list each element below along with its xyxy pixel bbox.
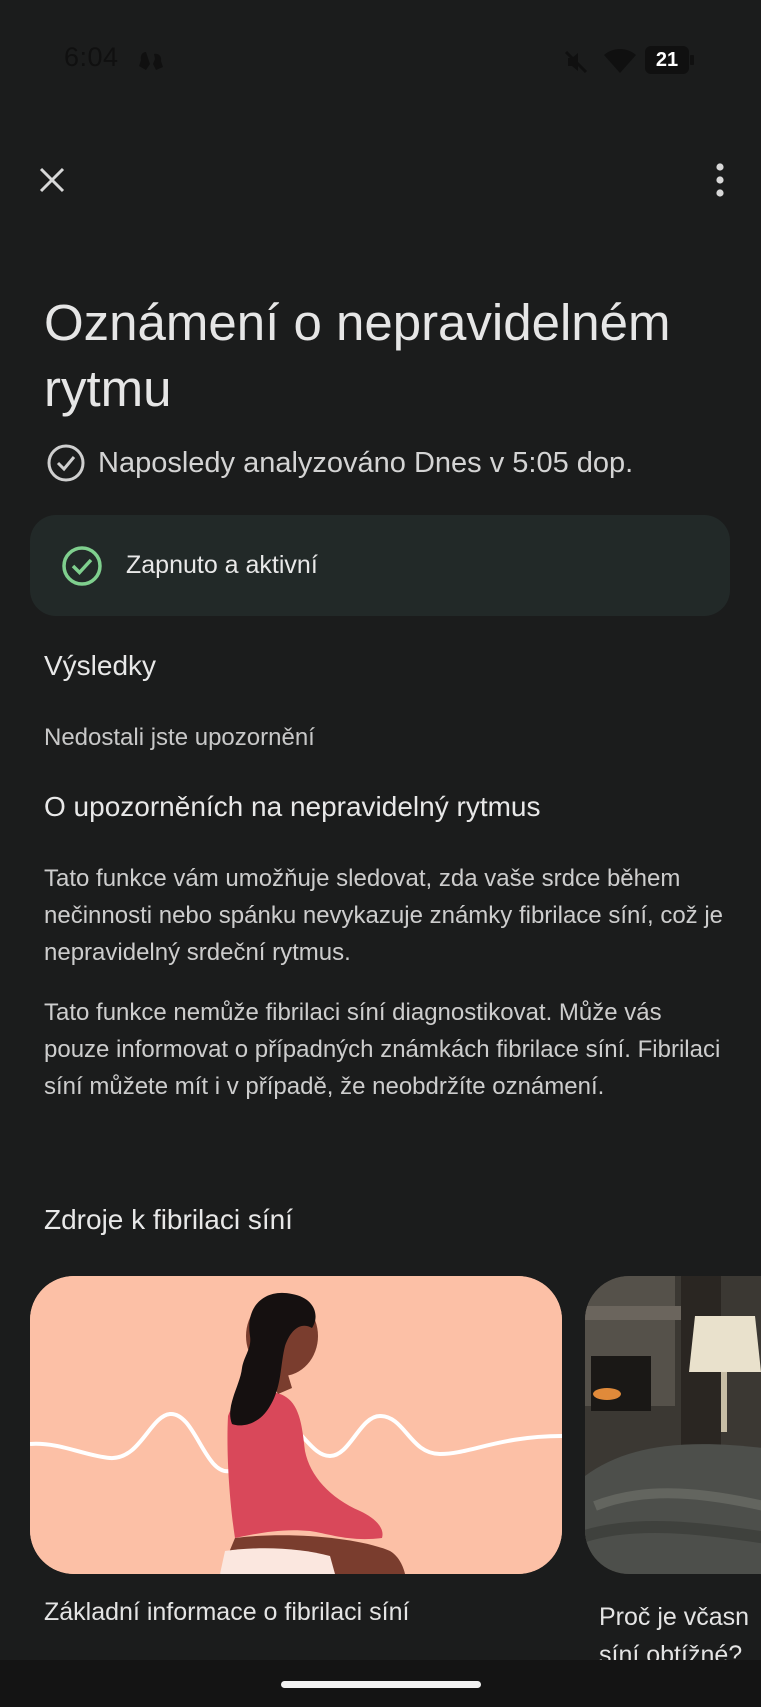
woman-heart-rhythm-illustration [30,1276,562,1574]
status-card: Zapnuto a aktivní [30,515,730,616]
check-circle-icon [62,545,102,586]
more-vert-icon [716,163,724,197]
battery-level: 21 [655,49,679,71]
resource-card-1-image[interactable] [30,1276,562,1574]
results-heading: Výsledky [44,650,157,681]
check-circle-icon [47,444,85,482]
app-notification-icon [139,52,163,70]
mute-icon [564,50,588,74]
last-analyzed-row: Naposledy analyzováno Dnes v 5:05 dop. [46,441,633,485]
home-indicator[interactable] [281,1681,481,1688]
bedroom-photo [585,1276,761,1574]
more-options-button[interactable] [700,158,740,202]
battery-icon: 21 [645,46,695,74]
status-time: 6:04 [64,42,119,72]
about-heading: O upozorněních na nepravidelný rytmus [44,791,541,822]
page-title: Oznámení o nepravidelném rytmu [44,294,671,417]
about-paragraph-2: Tato funkce nemůže fibrilaci síní diagno… [44,999,721,1100]
resource-card-1-label[interactable]: Základní informace o fibrilaci síní [44,1598,409,1627]
about-paragraph-1: Tato funkce vám umožňuje sledovat, zda v… [44,865,724,966]
close-icon [39,167,65,193]
results-text: Nedostali jste upozornění [44,724,315,751]
resource-card-2-image[interactable] [585,1276,761,1574]
wifi-icon [604,49,636,73]
status-card-label: Zapnuto a aktivní [126,551,318,579]
close-button[interactable] [30,158,74,202]
resources-heading: Zdroje k fibrilaci síní [44,1204,293,1235]
last-analyzed-text: Naposledy analyzováno Dnes v 5:05 dop. [98,446,634,479]
